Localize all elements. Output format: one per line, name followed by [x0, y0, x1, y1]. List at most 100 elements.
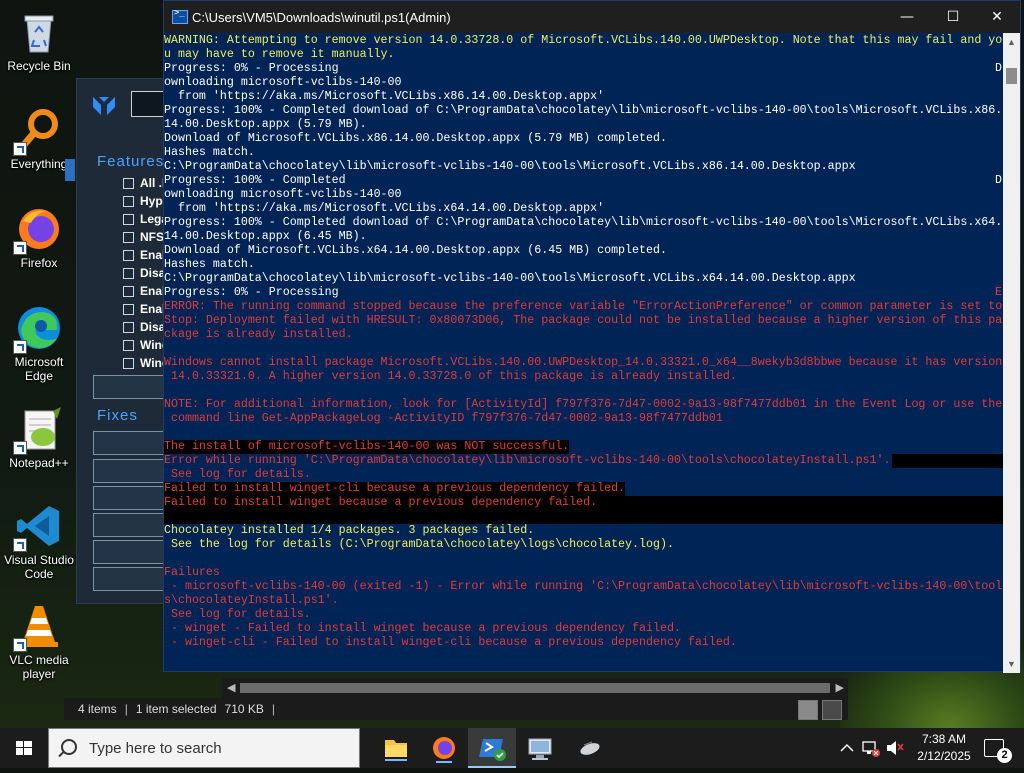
status-separator: | [124, 702, 128, 716]
firefox-icon [13, 205, 63, 255]
powershell-icon [479, 739, 506, 761]
show-hidden-icons-button[interactable] [838, 728, 856, 768]
console-error-line: - winget - Failed to install winget beca… [164, 622, 681, 635]
feature-checkbox-row[interactable]: Enal [123, 282, 165, 300]
console-line: Progress: 100% - Completed download of C… [164, 104, 1003, 117]
checkbox[interactable] [123, 231, 134, 243]
console-line: Hashes match. [164, 258, 255, 271]
feature-checkbox-row[interactable]: NFS [123, 228, 164, 246]
features-heading: Features [97, 153, 165, 170]
desktop-icon-label: Visual Studio Code [4, 553, 74, 581]
shortcut-arrow-icon [13, 241, 27, 255]
status-size: 710 KB [224, 702, 264, 716]
taskbar-control-panel[interactable] [516, 728, 564, 768]
checkbox[interactable] [123, 285, 134, 297]
explorer-horizontal-scrollbar[interactable]: ◀ ▶ [222, 678, 848, 698]
console-line: Hashes match. [164, 146, 255, 159]
scroll-up-icon[interactable]: ▲ [1007, 37, 1016, 47]
status-item-count: 4 items [78, 702, 117, 716]
console-output[interactable]: WARNING: Attempting to remove version 14… [164, 33, 1004, 673]
desktop-icon-vlc[interactable]: VLC media player [1, 602, 77, 681]
scrollbar-thumb[interactable] [1006, 68, 1017, 84]
checkbox[interactable] [123, 213, 134, 225]
console-vertical-scrollbar[interactable]: ▲ ▼ [1003, 33, 1020, 673]
checkbox[interactable] [123, 321, 134, 333]
system-clock[interactable]: 7:38 AM 2/12/2025 [914, 731, 974, 765]
taskbar-mouse-app[interactable] [566, 728, 614, 768]
scroll-left-icon[interactable]: ◀ [227, 681, 235, 694]
fixes-heading: Fixes [97, 407, 138, 424]
firefox-icon [433, 737, 455, 763]
desktop-icon-label: Notepad++ [9, 456, 69, 470]
powershell-icon [172, 8, 188, 24]
chevron-up-icon [840, 743, 854, 752]
console-error-line: The install of microsoft-vclibs-140-00 w… [164, 440, 570, 454]
notification-center-icon[interactable]: 2 [984, 739, 1012, 763]
feature-checkbox-row[interactable]: Lega [123, 210, 168, 228]
search-placeholder: Type here to search [89, 740, 222, 757]
winutil-scrollbar-thumb[interactable] [65, 159, 75, 181]
console-line: from 'https://aka.ms/Microsoft.VCLibs.x6… [164, 202, 605, 215]
window-title: C:\Users\VM5\Downloads\winutil.ps1(Admin… [192, 10, 451, 25]
console-line: C:\ProgramData\chocolatey\lib\microsoft-… [164, 160, 856, 173]
taskbar-powershell[interactable] [468, 728, 516, 768]
taskbar-file-explorer[interactable] [372, 728, 420, 768]
scroll-right-icon[interactable]: ▶ [836, 681, 844, 694]
console-error-line: Error while running 'C:\ProgramData\choc… [164, 454, 891, 467]
recycle-bin-icon [15, 8, 63, 56]
maximize-button[interactable]: ☐ [930, 1, 976, 33]
start-button[interactable] [0, 728, 48, 768]
network-status[interactable] [860, 728, 882, 768]
desktop-icon-microsoft-edge[interactable]: Microsoft Edge [1, 304, 77, 383]
notepad-plus-plus-icon [13, 405, 63, 455]
console-line: Progress: 100% - Completed download of C… [164, 216, 1003, 229]
volume-status[interactable] [884, 728, 906, 768]
clock-date: 2/12/2025 [917, 749, 971, 763]
checkbox[interactable] [123, 195, 134, 207]
clock-time: 7:38 AM [921, 732, 967, 746]
window-titlebar[interactable]: C:\Users\VM5\Downloads\winutil.ps1(Admin… [164, 1, 1020, 33]
feature-label: Enal [140, 302, 166, 316]
console-error-line: - microsoft-vclibs-140-00 (exited -1) - … [164, 580, 1004, 593]
console-line: ownloading microsoft-vclibs-140-00 [164, 76, 402, 89]
edge-icon [13, 304, 63, 354]
console-line: u may have to remove it manually. [164, 48, 395, 61]
feature-label: Disa [140, 320, 166, 334]
taskbar-search-box[interactable]: Type here to search [48, 728, 360, 768]
feature-checkbox-row[interactable]: Disa [123, 318, 165, 336]
console-error-line: Failed to install winget-cli because a p… [164, 482, 626, 496]
feature-checkbox-row[interactable]: Disa [123, 264, 165, 282]
details-view-icon[interactable] [798, 700, 818, 720]
scroll-down-icon[interactable]: ▼ [1007, 659, 1016, 669]
minimize-button[interactable]: — [884, 1, 930, 33]
powershell-window[interactable]: C:\Users\VM5\Downloads\winutil.ps1(Admin… [163, 0, 1021, 673]
checkbox[interactable] [123, 357, 134, 369]
console-line: Download of Microsoft.VCLibs.x86.14.00.D… [164, 132, 667, 145]
desktop-icon-visual-studio-code[interactable]: Visual Studio Code [1, 502, 77, 581]
checkbox[interactable] [123, 177, 134, 189]
checkbox[interactable] [123, 303, 134, 315]
checkbox[interactable] [123, 339, 134, 351]
checkbox[interactable] [123, 267, 134, 279]
console-error-line: ckage is already installed. [164, 328, 353, 341]
feature-checkbox-row[interactable]: Enal [123, 300, 165, 318]
console-error-highlight [164, 510, 1004, 524]
search-icon [61, 739, 77, 755]
desktop-icon-label: Firefox [20, 256, 58, 270]
checkbox[interactable] [123, 249, 134, 261]
close-button[interactable]: ✕ [974, 1, 1020, 33]
scrollbar-thumb[interactable] [240, 683, 830, 693]
desktop-icon-recycle-bin[interactable]: Recycle Bin [1, 8, 77, 73]
desktop-icon-notepad-plus-plus[interactable]: Notepad++ [1, 405, 77, 470]
feature-label: Disa [140, 266, 166, 280]
console-line: D [995, 174, 1002, 187]
taskbar-firefox[interactable] [420, 728, 468, 768]
large-icons-view-icon[interactable] [822, 700, 842, 720]
console-line: Progress: 0% - Processing [164, 286, 339, 299]
desktop-icon-firefox[interactable]: Firefox [1, 205, 77, 270]
computer-icon [528, 738, 552, 760]
feature-checkbox-row[interactable]: Enal [123, 246, 165, 264]
status-separator: | [271, 702, 276, 716]
feature-label: NFS [140, 230, 164, 244]
console-error-highlight [892, 454, 1004, 468]
